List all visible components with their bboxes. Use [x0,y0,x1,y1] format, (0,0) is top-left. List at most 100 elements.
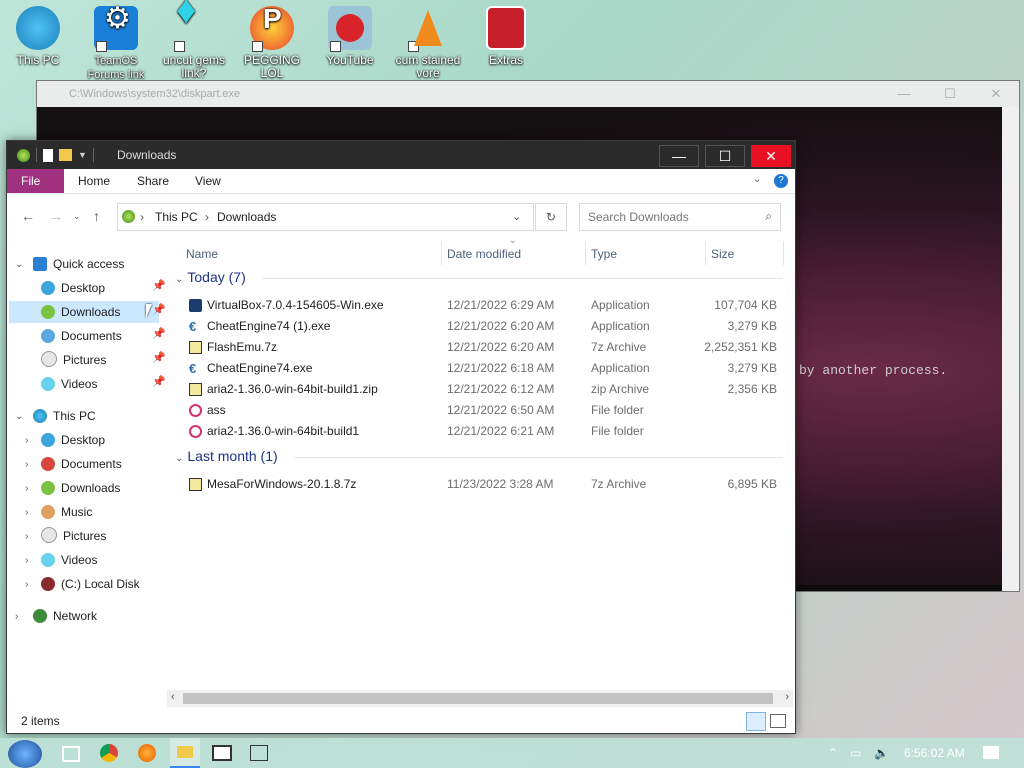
nav-pc-desktop[interactable]: Desktop [41,429,105,451]
search-input[interactable]: Search Downloads ⌕ [579,203,781,231]
address-dropdown-icon[interactable]: ⌄ [512,210,521,223]
navigation-pane[interactable]: ⌄ Quick access Desktop 📌 Downloads 📌 Doc… [7,253,167,693]
large-icons-view-icon[interactable] [770,714,786,728]
scroll-right-icon[interactable]: › [785,691,789,703]
chevron-down-icon[interactable]: ▼ [78,150,87,160]
address-bar[interactable]: › This PC › Downloads ⌄ [117,203,534,231]
minimize-button[interactable]: — [881,81,927,107]
column-divider[interactable] [441,241,442,265]
close-button[interactable]: ✕ [973,81,1019,107]
task-view-icon[interactable] [62,746,80,762]
desktop-icon-extras[interactable]: Extras [470,6,542,67]
maximize-button[interactable]: ☐ [705,145,745,167]
nav-quick-access[interactable]: Quick access [33,253,124,275]
help-icon[interactable]: ? [774,174,788,188]
ribbon-expand-icon[interactable]: ⌄ [753,174,761,185]
chevron-right-icon[interactable]: › [25,459,28,470]
table-row[interactable]: VirtualBox-7.0.4-154605-Win.exe 12/21/20… [185,295,785,316]
start-button[interactable] [8,740,42,768]
table-row[interactable]: ass 12/21/2022 6:50 AM File folder [185,400,785,421]
details-view-icon[interactable] [746,712,766,731]
star-icon [33,257,47,271]
chevron-down-icon[interactable]: ⌄ [15,259,23,270]
chevron-right-icon[interactable]: › [25,579,28,590]
tab-share[interactable]: Share [123,169,183,193]
column-divider[interactable] [585,241,586,265]
horizontal-scrollbar[interactable]: ‹ › [167,690,793,707]
file-explorer-taskbar-button[interactable] [170,738,200,768]
column-header-date[interactable]: Date modified [447,247,521,261]
chevron-right-icon[interactable]: › [15,611,18,622]
explorer-titlebar[interactable]: ▼ Downloads — ☐ ✕ [7,141,795,169]
monitor-app-icon[interactable] [250,745,268,761]
nav-qa-desktop[interactable]: Desktop [41,277,105,299]
file-explorer-window[interactable]: ▼ Downloads — ☐ ✕ File Home Share View ⌄… [6,140,796,734]
volume-icon[interactable]: 🔈 [874,746,889,760]
column-header-size[interactable]: Size [711,247,734,261]
group-header-last-month[interactable]: ⌄ Last month (1) [175,448,785,464]
forward-button[interactable]: → [49,208,63,224]
new-folder-icon[interactable] [59,149,72,161]
nav-pc-downloads[interactable]: Downloads [41,477,120,499]
table-row[interactable]: MesaForWindows-20.1.8.7z 11/23/2022 3:28… [185,474,785,495]
console-scrollbar[interactable] [1002,107,1019,591]
chevron-down-icon[interactable]: ⌄ [15,411,23,422]
chevron-right-icon[interactable]: › [25,507,28,518]
properties-icon[interactable] [43,148,53,162]
back-button[interactable]: ← [21,208,35,224]
column-header-type[interactable]: Type [591,247,617,261]
breadcrumb-downloads[interactable]: Downloads [217,210,276,224]
chevron-right-icon[interactable]: › [25,435,28,446]
nav-qa-documents[interactable]: Documents [41,325,122,347]
firefox-icon[interactable] [138,744,156,762]
nav-this-pc[interactable]: This PC [33,405,96,427]
desktop-icon-pegging[interactable]: P PEGGING LOL [236,5,308,80]
minimize-button[interactable]: — [659,145,699,167]
desktop-icon-vore[interactable]: cum stained vore [392,6,464,80]
network-status-icon[interactable]: ▭ [850,746,861,760]
table-row[interactable]: € CheatEngine74 (1).exe 12/21/2022 6:20 … [185,316,785,337]
nav-qa-downloads[interactable]: Downloads [9,301,159,323]
chevron-right-icon[interactable]: › [25,555,28,566]
up-button[interactable]: ↑ [93,208,100,224]
tab-file[interactable]: File [7,169,64,193]
group-header-today[interactable]: ⌄ Today (7) [175,269,785,285]
nav-pc-pictures[interactable]: Pictures [41,525,106,547]
clock[interactable]: 6:56:02 AM [904,746,965,760]
nav-qa-videos[interactable]: Videos [41,373,97,395]
maximize-button[interactable]: ☐ [927,81,973,107]
scrollbar-thumb[interactable] [183,693,773,704]
table-row[interactable]: € CheatEngine74.exe 12/21/2022 6:18 AM A… [185,358,785,379]
tab-view[interactable]: View [181,169,235,193]
table-row[interactable]: aria2-1.36.0-win-64bit-build1.zip 12/21/… [185,379,785,400]
chevron-up-icon[interactable]: ⌃ [828,746,838,760]
chevron-right-icon[interactable]: › [25,531,28,542]
column-divider[interactable] [705,241,706,265]
refresh-button[interactable]: ↻ [535,203,567,231]
column-header-name[interactable]: Name [186,247,218,261]
desktop-icon-teamos[interactable]: ⚙ TeamOS Forums link [80,4,152,82]
desktop-icon-uncut-gems[interactable]: ♦ uncut gems link? [158,0,230,80]
breadcrumb-this-pc[interactable]: This PC [155,210,198,224]
desktop-icon-youtube[interactable]: YouTube [314,6,386,67]
action-center-icon[interactable] [983,746,999,759]
recent-locations-button[interactable]: ⌄ [73,211,81,222]
close-button[interactable]: ✕ [751,145,791,167]
desktop-icon-this-pc[interactable]: This PC [2,6,74,67]
chrome-icon[interactable] [100,744,118,762]
column-divider[interactable] [783,241,784,265]
tab-home[interactable]: Home [64,169,124,193]
nav-pc-documents[interactable]: Documents [41,453,122,475]
scroll-left-icon[interactable]: ‹ [171,691,175,703]
chevron-right-icon[interactable]: › [25,483,28,494]
table-row[interactable]: aria2-1.36.0-win-64bit-build1 12/21/2022… [185,421,785,442]
table-row[interactable]: FlashEmu.7z 12/21/2022 6:20 AM 7z Archiv… [185,337,785,358]
command-prompt-icon[interactable] [212,745,232,761]
file-list[interactable]: Name Date modified ⌄ Type Size ⌄ Today (7… [167,235,793,693]
nav-pc-videos[interactable]: Videos [41,549,97,571]
nav-pc-music[interactable]: Music [41,501,92,523]
nav-pc-local-disk[interactable]: (C:) Local Disk [41,573,140,595]
nav-qa-pictures[interactable]: Pictures [41,349,106,371]
nav-network[interactable]: Network [33,605,97,627]
diskpart-titlebar[interactable]: C:\Windows\system32\diskpart.exe — ☐ ✕ [37,81,1019,107]
